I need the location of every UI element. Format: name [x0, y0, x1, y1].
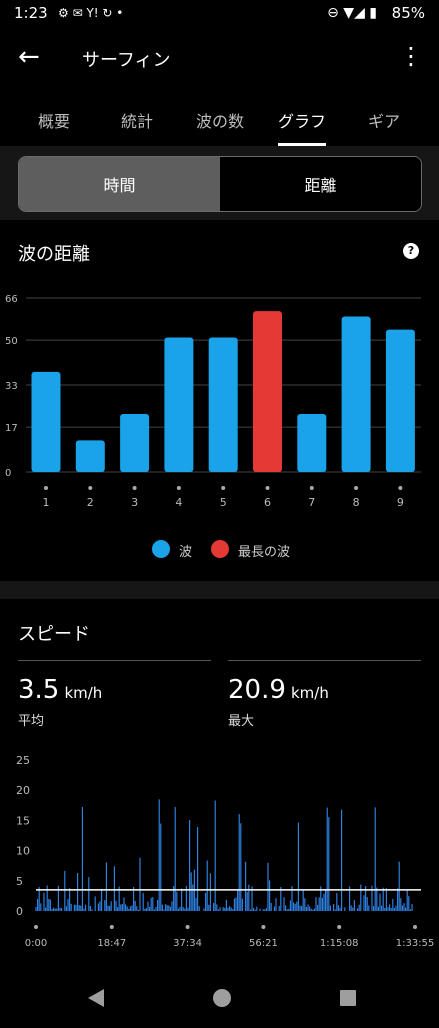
- nav-buttons: [88, 989, 356, 1007]
- bar-x-tick-label: 2: [87, 496, 94, 509]
- speed-x-tick-dot: [337, 925, 342, 929]
- speed-x-tick-label: 37:34: [173, 938, 202, 949]
- tab-wave-count[interactable]: 波の数: [180, 108, 260, 132]
- bar: [31, 371, 61, 472]
- status-time: 1:23: [14, 4, 48, 22]
- speed-y-tick-label: 15: [16, 814, 30, 827]
- bar-x-tick-dot: [221, 486, 226, 490]
- segmented-control: 時間 距離: [18, 156, 422, 212]
- bar-x-tick-label: 3: [131, 496, 138, 509]
- notification-icons: ⚙ ✉ Y! ↻ •: [58, 6, 124, 20]
- bar: [341, 316, 371, 472]
- speed-x-tick-label: 18:47: [97, 938, 126, 949]
- bar: [75, 440, 105, 472]
- bar-x-tick-label: 4: [175, 496, 182, 509]
- max-speed: 20.9 km/h: [228, 675, 329, 705]
- bar-y-tick-label: 17: [5, 423, 18, 434]
- speed-y-tick-label: 5: [16, 875, 23, 888]
- speed-chart: 0 5 10 15 20 25 0:00 18:47 37:34 56:21 1:15:08 1:3…: [16, 754, 435, 949]
- section-divider: [0, 581, 439, 599]
- speed-title: スピード: [18, 624, 90, 645]
- bar-y-tick-label: 33: [5, 381, 18, 392]
- bar: [208, 337, 238, 472]
- speed-y-tick-label: 0: [16, 905, 23, 918]
- battery-level: 85%: [391, 4, 425, 22]
- bar-x-tick-dot: [176, 486, 181, 490]
- speed-y-tick-label: 20: [16, 784, 30, 797]
- speed-y-tick-label: 10: [16, 845, 30, 858]
- tab-gear[interactable]: ギア: [344, 108, 424, 132]
- bar-y-tick-label: 66: [5, 294, 18, 305]
- speed-x-tick-dot: [185, 925, 190, 929]
- bar-x-tick-label: 7: [308, 496, 315, 509]
- back-arrow-icon[interactable]: ←: [18, 42, 40, 72]
- avg-speed-value: 3.5: [18, 675, 60, 705]
- segment-distance-button[interactable]: 距離: [220, 157, 421, 211]
- status-bar: 1:23 ⚙ ✉ Y! ↻ • ⊖ ▼◢ ▮ 85%: [0, 0, 439, 28]
- max-speed-unit: km/h: [290, 684, 329, 702]
- bar-x-tick-label: 1: [43, 496, 50, 509]
- speed-x-tick-label: 1:15:08: [320, 938, 359, 949]
- bar-x-tick-label: 8: [353, 496, 360, 509]
- legend-wave-dot: [152, 540, 170, 558]
- more-menu-icon[interactable]: ⋮: [399, 42, 423, 70]
- system-nav-bar: [0, 968, 439, 1024]
- avg-divider: [18, 660, 211, 661]
- speed-x-tick-dot: [413, 925, 417, 929]
- bar-x-tick-label: 5: [220, 496, 227, 509]
- bar: [164, 337, 194, 472]
- bar-x-tick-label: 6: [264, 496, 271, 509]
- tab-bar: 概要 統計 波の数 グラフ ギア: [0, 96, 439, 146]
- bar-x-tick-dot: [44, 486, 48, 490]
- back-nav-icon[interactable]: [88, 989, 104, 1007]
- speed-y-tick-label: 25: [16, 754, 30, 767]
- bar-x-tick-dot: [398, 486, 403, 490]
- bar-y-tick-label: 50: [5, 336, 18, 347]
- legend-wave-label: 波: [179, 545, 193, 560]
- tab-stats[interactable]: 統計: [97, 108, 177, 132]
- speed-x-tick-dot: [34, 925, 38, 929]
- avg-speed-unit: km/h: [64, 684, 103, 702]
- max-speed-value: 20.9: [228, 675, 286, 705]
- tab-overview[interactable]: 概要: [14, 108, 94, 132]
- max-divider: [228, 660, 421, 661]
- speed-x-tick-dot: [109, 925, 114, 929]
- speed-x-tick-label: 0:00: [25, 938, 47, 949]
- app-bar: ← サーフィン ⋮: [0, 28, 439, 88]
- bar-x-tick-dot: [309, 486, 314, 490]
- avg-speed: 3.5 km/h: [18, 675, 102, 705]
- legend-longest-dot: [211, 540, 229, 558]
- bar: [120, 414, 150, 472]
- bar-x-tick-label: 9: [397, 496, 404, 509]
- bar-x-tick-dot: [265, 486, 270, 490]
- bar-x-tick-dot: [88, 486, 93, 490]
- bar: [253, 311, 282, 472]
- help-icon[interactable]: ?: [403, 243, 419, 259]
- speed-x-tick-label: 56:21: [249, 938, 278, 949]
- speed-x-tick-dot: [261, 925, 266, 929]
- tab-graph[interactable]: グラフ: [262, 108, 342, 132]
- bar-x-tick-dot: [354, 486, 359, 490]
- max-speed-label: 最大: [228, 714, 255, 729]
- speed-x-tick-label: 1:33:55: [396, 938, 435, 949]
- bar: [385, 329, 415, 472]
- signal-icons: ⊖ ▼◢ ▮: [327, 5, 377, 21]
- legend-longest-label: 最長の波: [238, 545, 291, 560]
- segment-time-button[interactable]: 時間: [19, 157, 220, 211]
- wave-distance-title: 波の距離: [18, 244, 90, 265]
- page-title: サーフィン: [82, 50, 171, 71]
- bar: [297, 414, 327, 472]
- bar-y-tick-label: 0: [5, 468, 11, 479]
- avg-speed-label: 平均: [18, 714, 45, 729]
- bar-x-tick-dot: [132, 486, 137, 490]
- recents-nav-icon[interactable]: [340, 990, 356, 1006]
- wave-distance-chart: 0 17 33 50 66 1 2 3 4 5 6 7 8 9: [5, 294, 421, 509]
- home-nav-icon[interactable]: [213, 989, 231, 1007]
